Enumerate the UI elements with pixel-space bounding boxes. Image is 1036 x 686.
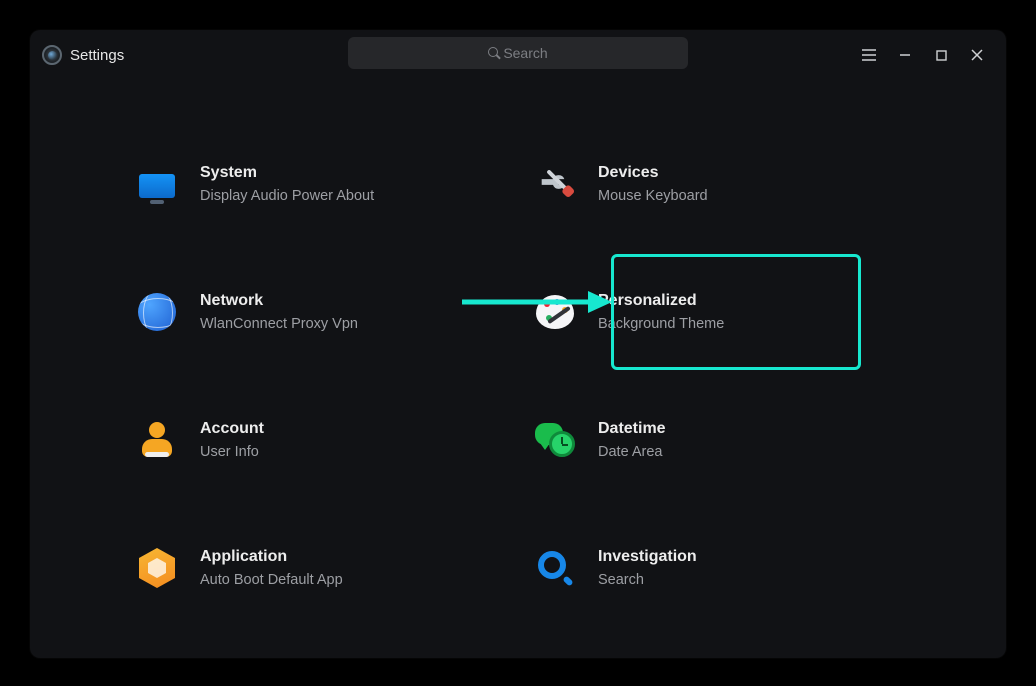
card-title: Network [200, 292, 358, 310]
card-devices[interactable]: Devices Mouse Keyboard [518, 120, 916, 248]
card-personalized[interactable]: Personalized Background Theme [518, 248, 916, 376]
close-button[interactable] [966, 44, 988, 66]
card-title: Application [200, 548, 343, 566]
titlebar-left: Settings [42, 45, 124, 65]
card-subtitle: Background Theme [598, 316, 724, 332]
card-subtitle: Mouse Keyboard [598, 188, 708, 204]
settings-app-icon [42, 45, 62, 65]
card-subtitle: Display Audio Power About [200, 188, 374, 204]
menu-button[interactable] [858, 44, 880, 66]
user-icon [136, 419, 178, 461]
tools-icon [534, 163, 576, 205]
card-title: Devices [598, 164, 708, 182]
palette-icon [534, 291, 576, 333]
card-datetime[interactable]: Datetime Date Area [518, 376, 916, 504]
card-system[interactable]: System Display Audio Power About [120, 120, 518, 248]
hexagon-app-icon [136, 547, 178, 589]
card-network[interactable]: Network WlanConnect Proxy Vpn [120, 248, 518, 376]
card-subtitle: Date Area [598, 444, 666, 460]
card-title: Account [200, 420, 264, 438]
minimize-button[interactable] [894, 44, 916, 66]
card-subtitle: Search [598, 572, 697, 588]
card-investigation[interactable]: Investigation Search [518, 504, 916, 632]
card-subtitle: WlanConnect Proxy Vpn [200, 316, 358, 332]
search-icon [488, 47, 501, 60]
settings-grid: System Display Audio Power About Devices… [30, 120, 1006, 658]
card-title: Datetime [598, 420, 666, 438]
card-subtitle: User Info [200, 444, 264, 460]
card-title: System [200, 164, 374, 182]
card-title: Investigation [598, 548, 697, 566]
app-title: Settings [70, 47, 124, 64]
maximize-button[interactable] [930, 44, 952, 66]
card-account[interactable]: Account User Info [120, 376, 518, 504]
titlebar: Settings Search [30, 30, 1006, 80]
search-input[interactable]: Search [348, 37, 688, 69]
clock-chat-icon [534, 419, 576, 461]
globe-icon [136, 291, 178, 333]
magnifier-icon [534, 547, 576, 589]
titlebar-right [858, 44, 988, 66]
titlebar-center: Search [348, 37, 688, 69]
card-subtitle: Auto Boot Default App [200, 572, 343, 588]
settings-window: Settings Search [30, 30, 1006, 658]
monitor-icon [136, 163, 178, 205]
search-placeholder: Search [503, 45, 547, 61]
card-title: Personalized [598, 292, 724, 310]
card-application[interactable]: Application Auto Boot Default App [120, 504, 518, 632]
